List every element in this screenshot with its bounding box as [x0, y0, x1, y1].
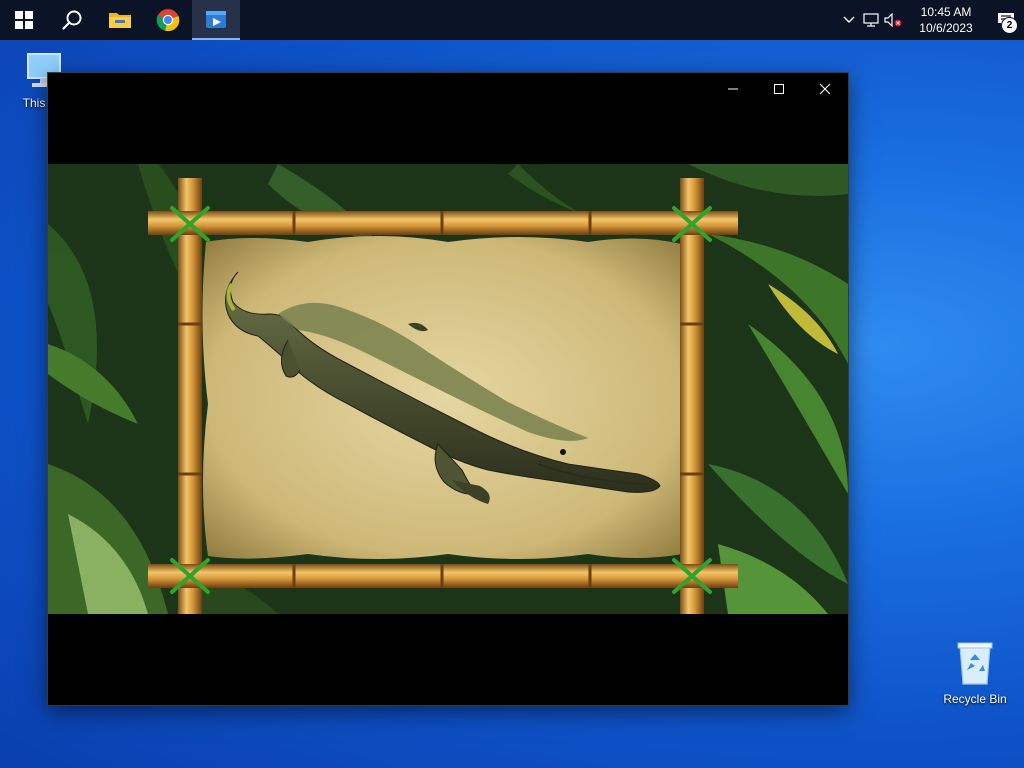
chevron-up-icon — [843, 16, 855, 23]
clock-date: 10/6/2023 — [919, 21, 973, 35]
chrome-button[interactable] — [144, 0, 192, 40]
taskbar: 10:45 AM 10/6/2023 2 — [0, 0, 1024, 40]
game-canvas[interactable] — [48, 164, 848, 614]
show-hidden-icons-button[interactable] — [838, 0, 860, 40]
file-explorer-button[interactable] — [96, 0, 144, 40]
chrome-icon — [156, 9, 180, 32]
action-center-button[interactable]: 2 — [988, 0, 1024, 40]
media-player-button[interactable] — [192, 0, 240, 40]
maximize-button[interactable] — [756, 73, 802, 105]
system-tray: 10:45 AM 10/6/2023 2 — [838, 0, 1024, 40]
maximize-icon — [774, 84, 784, 94]
desktop-icon-recycle-bin[interactable]: Recycle Bin — [937, 640, 1013, 706]
windows-logo-icon — [15, 11, 33, 29]
close-icon — [819, 83, 831, 95]
network-button[interactable] — [860, 0, 882, 40]
close-button[interactable] — [802, 73, 848, 105]
volume-muted-icon — [884, 13, 902, 27]
volume-button[interactable] — [882, 0, 904, 40]
folder-icon — [109, 13, 131, 28]
minimize-button[interactable] — [710, 73, 756, 105]
minimize-icon — [728, 88, 738, 90]
search-button[interactable] — [48, 0, 96, 40]
notification-badge: 2 — [1001, 17, 1018, 34]
parchment-panel — [202, 236, 687, 559]
start-button[interactable] — [0, 0, 48, 40]
clock[interactable]: 10:45 AM 10/6/2023 — [910, 4, 982, 36]
network-icon — [863, 13, 879, 27]
app-window — [48, 73, 848, 705]
desktop-icon-label: Recycle Bin — [943, 692, 1007, 706]
media-player-icon — [206, 11, 226, 28]
search-icon — [62, 10, 82, 30]
jungle-scene — [48, 164, 848, 614]
clock-time: 10:45 AM — [920, 5, 972, 19]
recycle-bin-icon — [957, 642, 993, 685]
